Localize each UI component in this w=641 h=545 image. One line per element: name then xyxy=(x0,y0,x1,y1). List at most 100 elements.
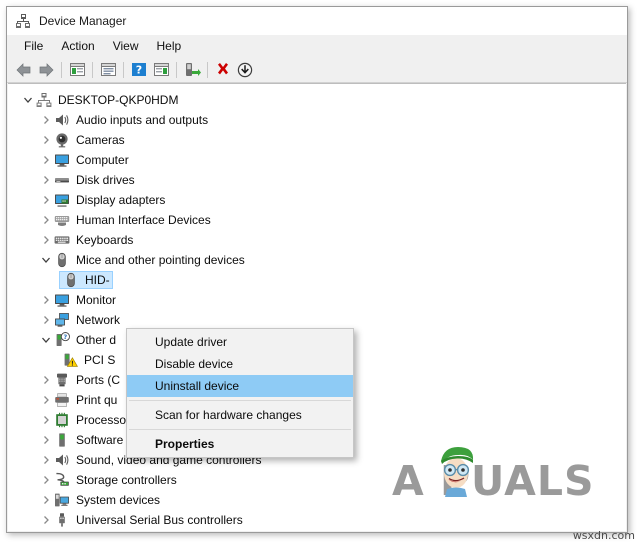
show-hide-console-tree-icon[interactable] xyxy=(66,59,88,81)
source-site-watermark: wsxdn.com xyxy=(572,529,635,542)
tree-label: HID- xyxy=(85,273,110,287)
tree-label: Print qu xyxy=(76,393,118,407)
chevron-down-icon[interactable] xyxy=(38,252,54,268)
tree-row-cameras[interactable]: Cameras xyxy=(8,130,626,150)
tree-row-monitors[interactable]: Monitor xyxy=(8,290,626,310)
tree-label: Mice and other pointing devices xyxy=(76,253,245,267)
tree-label: Universal Serial Bus controllers xyxy=(76,513,243,527)
system-device-icon xyxy=(54,492,70,508)
tree-row-audio-inputs-and-outputs[interactable]: Audio inputs and outputs xyxy=(8,110,626,130)
chevron-right-icon[interactable] xyxy=(38,132,54,148)
title-bar: Device Manager xyxy=(7,7,627,35)
forward-icon[interactable] xyxy=(35,59,57,81)
tree-label: Human Interface Devices xyxy=(76,213,211,227)
menu-action[interactable]: Action xyxy=(52,37,103,55)
chevron-right-icon[interactable] xyxy=(38,372,54,388)
chevron-right-icon[interactable] xyxy=(38,512,54,528)
processor-icon xyxy=(54,412,70,428)
mouse-icon xyxy=(54,252,70,268)
menu-bar: File Action View Help xyxy=(7,35,627,57)
computer-root-icon xyxy=(36,92,52,108)
usb-controller-icon xyxy=(54,512,70,528)
chevron-right-icon[interactable] xyxy=(38,492,54,508)
tree-row-disk-drives[interactable]: Disk drives xyxy=(8,170,626,190)
printer-icon xyxy=(54,392,70,408)
tree-row-mice-and-other-pointing-devices[interactable]: Mice and other pointing devices xyxy=(8,250,626,270)
network-adapter-icon xyxy=(54,312,70,328)
context-menu-separator-2 xyxy=(129,429,351,430)
menu-help[interactable]: Help xyxy=(148,37,191,55)
speaker-icon xyxy=(54,452,70,468)
chevron-right-icon[interactable] xyxy=(38,392,54,408)
monitor-icon xyxy=(54,292,70,308)
help-icon[interactable]: ? xyxy=(128,59,150,81)
tree-label: Computer xyxy=(76,153,129,167)
chevron-right-icon[interactable] xyxy=(38,152,54,168)
chevron-right-icon[interactable] xyxy=(38,312,54,328)
chevron-right-icon[interactable] xyxy=(38,432,54,448)
chevron-right-icon[interactable] xyxy=(38,232,54,248)
chevron-right-icon[interactable] xyxy=(38,292,54,308)
device-tree: DESKTOP-QKP0HDM Audio inputs and outputs… xyxy=(8,84,626,530)
device-manager-window: Device Manager File Action View Help ? D… xyxy=(6,6,628,533)
context-menu-item-disable-device[interactable]: Disable device xyxy=(127,353,353,375)
software-device-icon xyxy=(54,432,70,448)
chevron-right-icon[interactable] xyxy=(38,212,54,228)
toolbar-separator-3 xyxy=(123,61,124,78)
context-menu-item-update-driver[interactable]: Update driver xyxy=(127,331,353,353)
device-manager-icon xyxy=(15,13,31,29)
context-menu-item-uninstall-device[interactable]: Uninstall device xyxy=(127,375,353,397)
disable-device-icon[interactable] xyxy=(234,59,256,81)
tree-row-desktop[interactable]: DESKTOP-QKP0HDM xyxy=(8,90,626,110)
device-tree-panel: DESKTOP-QKP0HDM Audio inputs and outputs… xyxy=(8,83,626,531)
scan-for-hardware-changes-icon[interactable] xyxy=(181,59,203,81)
camera-icon xyxy=(54,132,70,148)
show-hide-action-pane-icon[interactable] xyxy=(150,59,172,81)
tree-row-computer[interactable]: Computer xyxy=(8,150,626,170)
chevron-right-icon[interactable] xyxy=(38,472,54,488)
chevron-down-icon[interactable] xyxy=(38,332,54,348)
other-devices-icon: ? xyxy=(54,332,70,348)
chevron-right-icon[interactable] xyxy=(38,412,54,428)
keyboard-icon xyxy=(54,232,70,248)
menu-file[interactable]: File xyxy=(15,37,52,55)
toolbar-separator-1 xyxy=(61,61,62,78)
unknown-device-warning-icon xyxy=(62,352,79,368)
tree-row-universal-serial-bus-controllers[interactable]: Universal Serial Bus controllers xyxy=(8,510,626,530)
tree-label: Cameras xyxy=(76,133,125,147)
context-menu-separator-1 xyxy=(129,400,351,401)
tree-label: Display adapters xyxy=(76,193,166,207)
tree-label: System devices xyxy=(76,493,161,507)
back-icon[interactable] xyxy=(13,59,35,81)
chevron-right-icon[interactable] xyxy=(38,172,54,188)
device-context-menu: Update driver Disable device Uninstall d… xyxy=(126,328,354,458)
tree-row-display-adapters[interactable]: Display adapters xyxy=(8,190,626,210)
tree-row-network-adapters[interactable]: Network xyxy=(8,310,626,330)
toolbar-separator-2 xyxy=(92,61,93,78)
tree-row-keyboards[interactable]: Keyboards xyxy=(8,230,626,250)
toolbar: ? xyxy=(7,57,627,83)
tree-row-system-devices[interactable]: System devices xyxy=(8,490,626,510)
monitor-icon xyxy=(54,152,70,168)
storage-controller-icon xyxy=(54,472,70,488)
tree-label: Disk drives xyxy=(76,173,135,187)
context-menu-item-properties[interactable]: Properties xyxy=(127,433,353,455)
context-menu-item-scan-for-hardware-changes[interactable]: Scan for hardware changes xyxy=(127,404,353,426)
tree-label: DESKTOP-QKP0HDM xyxy=(58,93,179,107)
tree-label: Audio inputs and outputs xyxy=(76,113,209,127)
port-icon xyxy=(54,372,70,388)
chevron-down-icon[interactable] xyxy=(20,92,36,108)
tree-row-human-interface-devices[interactable]: Human Interface Devices xyxy=(8,210,626,230)
chevron-right-icon[interactable] xyxy=(38,452,54,468)
disk-drive-icon xyxy=(54,172,70,188)
tree-row-storage-controllers[interactable]: Storage controllers xyxy=(8,470,626,490)
uninstall-device-icon[interactable] xyxy=(212,59,234,81)
tree-row-hid-device[interactable]: HID- xyxy=(8,270,626,290)
tree-label: Keyboards xyxy=(76,233,134,247)
hid-icon xyxy=(54,212,70,228)
chevron-right-icon[interactable] xyxy=(38,112,54,128)
toolbar-separator-5 xyxy=(207,61,208,78)
properties-icon[interactable] xyxy=(97,59,119,81)
chevron-right-icon[interactable] xyxy=(38,192,54,208)
menu-view[interactable]: View xyxy=(104,37,148,55)
